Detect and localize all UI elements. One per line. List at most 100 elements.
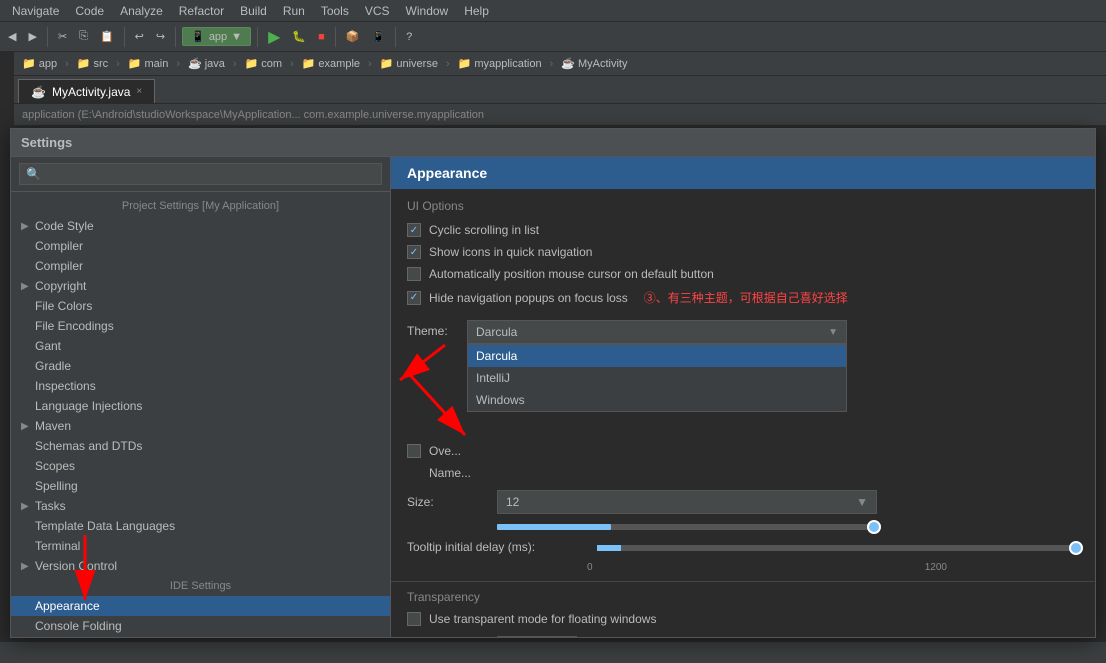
- run-config-icon: 📱: [191, 30, 205, 43]
- tree-label-console-folding: Console Folding: [35, 619, 122, 633]
- breadcrumb-java[interactable]: ☕ java: [184, 55, 229, 72]
- tree-item-lang-inject[interactable]: Language Injections: [11, 396, 390, 416]
- checkbox-cyclic[interactable]: [407, 223, 421, 237]
- stop-button[interactable]: ■: [314, 29, 329, 45]
- menu-build[interactable]: Build: [232, 2, 275, 20]
- breadcrumb-activity[interactable]: ☕ MyActivity: [557, 55, 631, 72]
- menu-tools[interactable]: Tools: [313, 2, 357, 20]
- tree-item-debugger[interactable]: Debugger: [11, 636, 390, 637]
- debug-button[interactable]: 🐛: [288, 28, 310, 45]
- toolbar-separator-3: [175, 27, 176, 47]
- tree-item-file-encodings[interactable]: File Encodings: [11, 316, 390, 336]
- tree-item-compiler-2[interactable]: Compiler: [11, 256, 390, 276]
- editor-path-text: application (E:\Android\studioWorkspace\…: [22, 109, 484, 121]
- redo-button[interactable]: ↪: [152, 28, 169, 45]
- theme-dropdown-selected[interactable]: Darcula ▼: [467, 320, 847, 344]
- copy-button[interactable]: ⎘: [75, 28, 92, 45]
- override-label: Ove...: [429, 444, 461, 458]
- name-label: Name...: [429, 466, 471, 480]
- tree-item-console-folding[interactable]: Console Folding: [11, 616, 390, 636]
- tree-item-terminal[interactable]: Terminal: [11, 536, 390, 556]
- tree-item-gant[interactable]: Gant: [11, 336, 390, 356]
- menu-run[interactable]: Run: [275, 2, 313, 20]
- tree-label-copyright: Copyright: [35, 279, 86, 293]
- cut-button[interactable]: ✂: [54, 28, 71, 45]
- tooltip-slider-handle[interactable]: [1069, 541, 1083, 555]
- checkbox-auto-pos[interactable]: [407, 267, 421, 281]
- tab-close-button[interactable]: ×: [136, 86, 142, 97]
- menu-analyze[interactable]: Analyze: [112, 2, 171, 20]
- size-slider-track[interactable]: [497, 524, 877, 530]
- tooltip-slider-track[interactable]: [597, 545, 1079, 551]
- breadcrumb-main[interactable]: 📁 main: [124, 55, 173, 72]
- breadcrumb-src[interactable]: 📁 src: [73, 55, 112, 72]
- breadcrumb-universe[interactable]: 📁 universe: [376, 55, 442, 72]
- breadcrumb-example[interactable]: 📁 example: [298, 55, 364, 72]
- tree-arrow-code-style: ▶: [21, 221, 31, 232]
- tree-item-gradle[interactable]: Gradle: [11, 356, 390, 376]
- theme-option-darcula[interactable]: Darcula: [468, 345, 846, 367]
- menu-code[interactable]: Code: [67, 2, 112, 20]
- tree-label-vcs: Version Control: [35, 559, 117, 573]
- checkbox-transparency[interactable]: [407, 612, 421, 626]
- settings-title-bar: Settings: [11, 129, 1095, 157]
- tree-label-gradle: Gradle: [35, 359, 71, 373]
- checkbox-override[interactable]: [407, 444, 421, 458]
- paste-button[interactable]: 📋: [96, 28, 118, 45]
- back-button[interactable]: ◀: [4, 28, 20, 45]
- menu-refactor[interactable]: Refactor: [171, 2, 232, 20]
- tree-label-appearance: Appearance: [35, 599, 100, 613]
- run-config-button[interactable]: 📱 app ▼: [182, 27, 251, 46]
- tab-myactivity[interactable]: ☕ MyActivity.java ×: [18, 79, 155, 103]
- status-bar: [0, 641, 1106, 663]
- tree-item-copyright[interactable]: ▶ Copyright: [11, 276, 390, 296]
- delay-input[interactable]: 1500: [497, 636, 577, 637]
- tree-item-schemas[interactable]: Schemas and DTDs: [11, 436, 390, 456]
- tree-item-inspections[interactable]: Inspections: [11, 376, 390, 396]
- tree-item-code-style[interactable]: ▶ Code Style: [11, 216, 390, 236]
- tooltip-min-label: 0: [587, 562, 593, 573]
- tree-item-scopes[interactable]: Scopes: [11, 456, 390, 476]
- avd-manager-button[interactable]: 📱: [367, 28, 389, 45]
- settings-search-input[interactable]: [19, 163, 382, 185]
- run-button[interactable]: ▶: [264, 25, 284, 49]
- menu-window[interactable]: Window: [398, 2, 457, 20]
- sdk-manager-button[interactable]: 📦: [342, 28, 364, 45]
- tree-item-tasks[interactable]: ▶ Tasks: [11, 496, 390, 516]
- theme-row: Theme: Darcula ▼ Darcula IntelliJ Window…: [391, 314, 1095, 350]
- size-slider-handle[interactable]: [867, 520, 881, 534]
- ide-settings-header: IDE Settings: [11, 576, 390, 596]
- ui-options-label: UI Options: [391, 189, 1095, 219]
- tooltip-delay-row: Tooltip initial delay (ms):: [391, 534, 1095, 560]
- menu-help[interactable]: Help: [456, 2, 497, 20]
- tree-item-file-colors[interactable]: File Colors: [11, 296, 390, 316]
- option-row-auto-pos: Automatically position mouse cursor on d…: [391, 263, 1095, 285]
- forward-button[interactable]: ▶: [24, 28, 40, 45]
- tree-item-template-data[interactable]: Template Data Languages: [11, 516, 390, 536]
- toolbar-separator-5: [335, 27, 336, 47]
- breadcrumb-sep-3: ›: [176, 58, 180, 70]
- tree-item-appearance[interactable]: Appearance: [11, 596, 390, 616]
- name-row: Name...: [391, 462, 1095, 484]
- tree-item-vcs[interactable]: ▶ Version Control: [11, 556, 390, 576]
- tree-item-maven[interactable]: ▶ Maven: [11, 416, 390, 436]
- menu-vcs[interactable]: VCS: [357, 2, 398, 20]
- checkbox-icons[interactable]: [407, 245, 421, 259]
- menu-navigate[interactable]: Navigate: [4, 2, 67, 20]
- checkbox-hide-nav[interactable]: [407, 291, 421, 305]
- option-label-icons: Show icons in quick navigation: [429, 245, 592, 259]
- help-button[interactable]: ?: [402, 29, 416, 45]
- tree-item-spelling[interactable]: Spelling: [11, 476, 390, 496]
- theme-option-windows[interactable]: Windows: [468, 389, 846, 411]
- size-input-container: 12 ▼: [497, 490, 877, 514]
- tree-arrow-tasks: ▶: [21, 501, 31, 512]
- theme-option-intellij[interactable]: IntelliJ: [468, 367, 846, 389]
- breadcrumb-com[interactable]: 📁 com: [241, 55, 286, 72]
- tree-item-compiler-1[interactable]: Compiler: [11, 236, 390, 256]
- breadcrumb-myapp[interactable]: 📁 myapplication: [454, 55, 546, 72]
- tree-label-lang-inject: Language Injections: [35, 399, 142, 413]
- transparency-option-label: Use transparent mode for floating window…: [429, 612, 656, 626]
- size-input[interactable]: 12 ▼: [497, 490, 877, 514]
- breadcrumb-app[interactable]: 📁 app: [18, 55, 61, 72]
- undo-button[interactable]: ↩: [131, 28, 148, 45]
